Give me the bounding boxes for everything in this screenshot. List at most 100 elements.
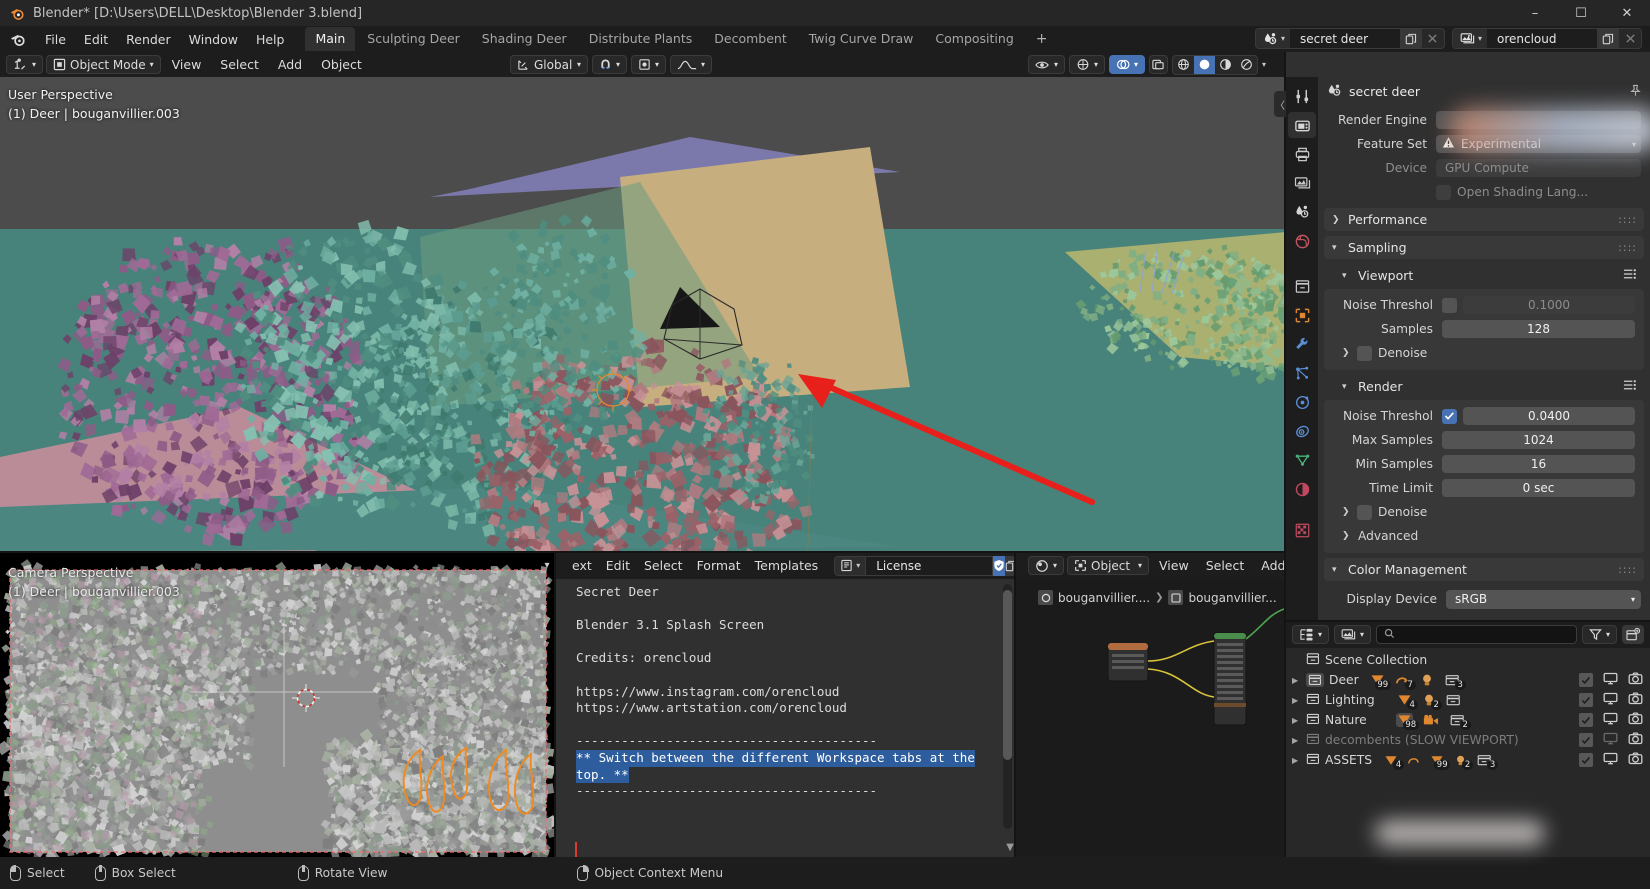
remove-viewlayer-icon[interactable]: [1619, 29, 1641, 48]
outliner-row-lighting[interactable]: ▶ Lighting 4 2: [1286, 690, 1650, 710]
disclosure-triangle-icon[interactable]: ▶: [1292, 676, 1306, 685]
area-splitter-vertical-2[interactable]: [1014, 552, 1016, 857]
new-viewlayer-icon[interactable]: [1597, 29, 1619, 48]
viewport-denoise-checkbox[interactable]: [1357, 345, 1372, 361]
shield-icon[interactable]: [993, 555, 1006, 576]
node-editor-type-icon[interactable]: ▾: [1028, 556, 1065, 575]
outliner-row-scene-collection[interactable]: ▶ Scene Collection: [1286, 650, 1650, 670]
scroll-down-icon[interactable]: ▼: [1006, 842, 1014, 853]
viewlayer-selector[interactable]: ▾ orencloud: [1451, 28, 1642, 49]
chevron-right-icon[interactable]: ❯: [1342, 507, 1352, 517]
render-denoise-row[interactable]: ❯ Denoise: [1342, 501, 1635, 523]
shader-node-editor[interactable]: ▾ Object ▾ View Select Add bouganvillier…: [1016, 552, 1286, 857]
properties-tab-output[interactable]: [1288, 141, 1316, 167]
close-button[interactable]: ✕: [1604, 0, 1650, 26]
camera-icon[interactable]: [1628, 752, 1643, 768]
minimize-button[interactable]: –: [1512, 0, 1558, 26]
menu-help[interactable]: Help: [247, 29, 294, 50]
performance-panel-header[interactable]: ❯ Performance ::::: [1324, 208, 1644, 231]
panel-drag-dots[interactable]: ::::: [1618, 563, 1637, 576]
screen-icon[interactable]: [1603, 712, 1618, 728]
exclude-checkbox[interactable]: [1579, 753, 1593, 767]
overlays-icon[interactable]: ▾: [1108, 55, 1145, 74]
disclosure-triangle-icon[interactable]: ▶: [1292, 736, 1306, 745]
properties-tab-physics[interactable]: [1288, 389, 1316, 415]
pin-icon[interactable]: [1629, 84, 1642, 100]
viewport-noise-threshold-checkbox[interactable]: [1442, 297, 1457, 313]
scene-name-field[interactable]: secret deer: [1289, 29, 1400, 48]
outliner-filter-icon[interactable]: ▾: [1581, 625, 1617, 644]
workspace-tab-decombent[interactable]: Decombent: [704, 27, 796, 51]
interaction-mode-selector[interactable]: Object Mode ▾: [46, 55, 161, 74]
properties-tab-object[interactable]: [1288, 302, 1316, 328]
add-workspace-button[interactable]: +: [1026, 28, 1058, 50]
disclosure-triangle-icon[interactable]: ▶: [1292, 716, 1306, 725]
camera-icon[interactable]: [1628, 672, 1643, 688]
max-samples-field[interactable]: 1024: [1442, 431, 1635, 449]
outliner-row-deer[interactable]: ▶ Deer 99 7 3: [1286, 670, 1650, 690]
shading-wireframe-icon[interactable]: [1173, 56, 1194, 74]
shading-material-preview-icon[interactable]: [1215, 56, 1236, 74]
text-datablock-name[interactable]: License: [865, 555, 994, 576]
display-device-dropdown[interactable]: sRGB ▾: [1446, 589, 1641, 609]
blender-menu-logo-icon[interactable]: [10, 32, 27, 47]
sampling-panel-header[interactable]: ▾ Sampling ::::: [1324, 236, 1644, 259]
camera-preview-viewport[interactable]: Camera Perspective (1) Deer | bouganvill…: [0, 552, 556, 857]
area-splitter-horizontal[interactable]: [0, 551, 1286, 553]
outliner-row-assets[interactable]: ▶ ASSETS 4 99 2 3: [1286, 750, 1650, 770]
properties-tab-particles[interactable]: [1288, 360, 1316, 386]
proportional-edit-icon[interactable]: ▾: [631, 55, 667, 74]
viewport-samples-field[interactable]: 128: [1442, 320, 1635, 338]
camera-panel-collapse-icon[interactable]: ▾: [540, 558, 554, 572]
exclude-checkbox[interactable]: [1579, 673, 1593, 687]
render-denoise-checkbox[interactable]: [1357, 504, 1372, 520]
new-scene-icon[interactable]: [1399, 29, 1422, 48]
properties-tab-texture[interactable]: [1288, 517, 1316, 543]
min-samples-field[interactable]: 16: [1442, 455, 1635, 473]
properties-tab-data[interactable]: [1288, 447, 1316, 473]
chevron-right-icon[interactable]: ❯: [1342, 348, 1352, 358]
screen-icon[interactable]: [1603, 672, 1618, 688]
render-noise-threshold-field[interactable]: 0.0400: [1463, 407, 1635, 425]
advanced-subpanel-row[interactable]: ❯ Advanced: [1342, 525, 1635, 547]
viewport-denoise-row[interactable]: ❯ Denoise: [1342, 342, 1635, 364]
node-menu-select[interactable]: Select: [1199, 558, 1252, 573]
properties-tab-modifier[interactable]: [1288, 331, 1316, 357]
viewport-subpanel-header[interactable]: ▾ Viewport: [1334, 264, 1644, 287]
exclude-checkbox[interactable]: [1579, 733, 1593, 747]
sampling-preset-icon[interactable]: [1623, 268, 1637, 283]
properties-tab-material[interactable]: [1288, 476, 1316, 502]
panel-drag-dots[interactable]: ::::: [1618, 241, 1637, 254]
time-limit-field[interactable]: 0 sec: [1442, 479, 1635, 497]
workspace-tab-distribute-plants[interactable]: Distribute Plants: [579, 27, 703, 51]
shading-rendered-icon[interactable]: [1236, 56, 1257, 74]
properties-tab-collection[interactable]: [1288, 273, 1316, 299]
snap-icon[interactable]: ▾: [592, 55, 628, 74]
outliner-search-box[interactable]: [1376, 625, 1577, 644]
visibility-eye-icon[interactable]: ▾: [1027, 55, 1065, 74]
workspace-tab-shading-deer[interactable]: Shading Deer: [472, 27, 577, 51]
scene-selector[interactable]: ▾ secret deer: [1254, 28, 1445, 49]
node-editor-canvas[interactable]: [1016, 579, 1286, 857]
color-management-panel-header[interactable]: ▾ Color Management ::::: [1324, 558, 1644, 581]
render-noise-threshold-checkbox[interactable]: [1442, 408, 1457, 424]
screen-icon[interactable]: [1603, 732, 1618, 748]
text-editor[interactable]: ext Edit Select Format Templates ▾ Licen…: [556, 552, 1029, 857]
camera-icon[interactable]: [1628, 712, 1643, 728]
area-splitter-vertical-3[interactable]: [1284, 52, 1286, 857]
disclosure-triangle-icon[interactable]: ▶: [1292, 756, 1306, 765]
properties-tab-constraint[interactable]: [1288, 418, 1316, 444]
text-menu-format[interactable]: Format: [691, 558, 747, 573]
outliner-row-nature[interactable]: ▶ Nature 98 2: [1286, 710, 1650, 730]
menu-window[interactable]: Window: [180, 29, 247, 50]
viewport-menu-object[interactable]: Object: [313, 57, 370, 72]
node-menu-view[interactable]: View: [1152, 558, 1196, 573]
editor-type-selector[interactable]: ▾: [6, 55, 44, 74]
menu-edit[interactable]: Edit: [75, 29, 117, 50]
exclude-checkbox[interactable]: [1579, 713, 1593, 727]
transform-orientation-selector[interactable]: Global ▾: [510, 55, 588, 74]
area-splitter-vertical-1[interactable]: [554, 552, 556, 857]
render-subpanel-header[interactable]: ▾ Render: [1334, 375, 1644, 398]
maximize-button[interactable]: ☐: [1558, 0, 1604, 26]
workspace-tab-compositing[interactable]: Compositing: [925, 27, 1023, 51]
